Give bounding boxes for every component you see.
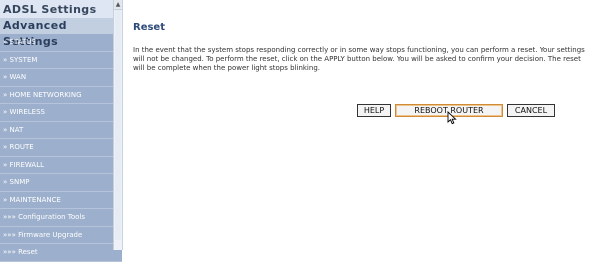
sidebar-item-snmp[interactable]: » SNMP [0,174,122,192]
sidebar: ADSL Settings Advanced Settings » STATUS… [0,0,123,262]
sidebar-scrollbar[interactable]: ▲ [113,0,122,250]
reset-description: In the event that the system stops respo… [133,46,585,73]
sidebar-item-maintenance[interactable]: » MAINTENANCE [0,191,122,209]
sidebar-item-configuration-tools[interactable]: »»» Configuration Tools [0,209,122,227]
sidebar-title-advanced-settings[interactable]: Advanced Settings [0,18,122,48]
sidebar-item-system[interactable]: » SYSTEM [0,51,122,69]
mouse-pointer-icon [447,111,457,125]
sidebar-item-status[interactable]: » STATUS [0,34,122,52]
scroll-thumb[interactable] [115,10,121,240]
sidebar-item-route[interactable]: » ROUTE [0,139,122,157]
sidebar-title-adsl-settings[interactable]: ADSL Settings [0,2,122,18]
main-content: Reset In the event that the system stops… [123,0,595,250]
sidebar-item-wireless[interactable]: » WIRELESS [0,104,122,122]
sidebar-item-home-networking[interactable]: » HOME NETWORKING [0,86,122,104]
page-title: Reset [133,22,165,33]
sidebar-item-reset[interactable]: »»» Reset [0,244,122,262]
sidebar-item-wan[interactable]: » WAN [0,69,122,87]
cancel-button[interactable]: CANCEL [507,104,555,117]
sidebar-item-firewall[interactable]: » FIREWALL [0,156,122,174]
scroll-up-arrow-icon[interactable]: ▲ [114,0,122,10]
help-button[interactable]: HELP [357,104,391,117]
sidebar-item-nat[interactable]: » NAT [0,121,122,139]
sidebar-item-firmware-upgrade[interactable]: »»» Firmware Upgrade [0,226,122,244]
